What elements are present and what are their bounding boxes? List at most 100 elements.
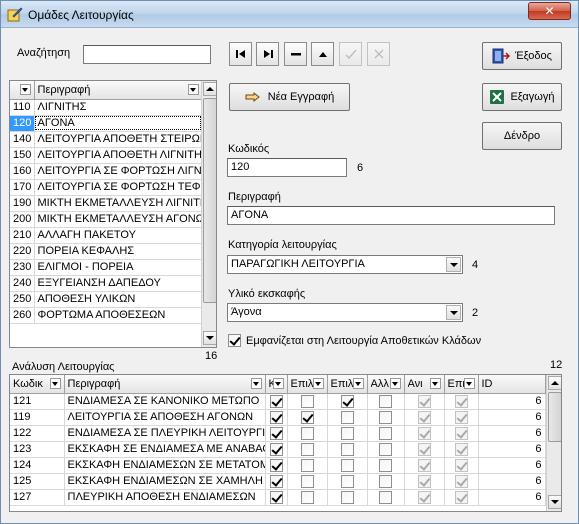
checkbox[interactable] (417, 410, 431, 424)
checkbox[interactable] (379, 442, 392, 456)
list-item[interactable]: 210 ΑΛΛΑΓΗ ΠΑΚΕΤΟΥ (10, 227, 203, 244)
filter-dropdown-icon[interactable] (429, 378, 441, 390)
checkbox[interactable] (379, 458, 392, 472)
checkbox[interactable] (417, 442, 431, 456)
cell-code[interactable]: 124 (10, 457, 65, 474)
visible-checkbox[interactable] (228, 334, 241, 347)
cell-flag[interactable] (444, 441, 479, 458)
checkbox[interactable] (454, 458, 468, 472)
checkbox[interactable] (454, 394, 468, 408)
table-row[interactable]: 125 ΕΚΣΚΑΦΗ ΕΝΔΙΑΜΕΣΩΝ ΣΕ ΧΑΜΗΛΗ Τ 6 (10, 473, 546, 490)
col-header-7[interactable]: Επι (444, 375, 479, 394)
filter-dropdown-icon[interactable] (389, 378, 401, 390)
checkbox[interactable] (340, 410, 354, 424)
list-item-description[interactable]: ΛΕΙΤΟΥΡΓΙΑ ΣΕ ΦΟΡΤΩΣΗ ΛΙΓΝ (34, 163, 203, 180)
scroll-down-arrow-icon[interactable] (203, 331, 216, 345)
checkbox[interactable] (340, 394, 354, 408)
cell-flag[interactable] (265, 457, 288, 474)
list-item[interactable]: 220 ΠΟΡΕΙΑ ΚΕΦΑΛΗΣ (10, 243, 203, 260)
cell-flag[interactable] (404, 441, 445, 458)
list-item-code[interactable]: 240 (10, 275, 35, 292)
checkbox[interactable] (417, 458, 431, 472)
cell-flag[interactable] (327, 473, 368, 490)
cell-flag[interactable] (265, 425, 288, 442)
list-item-description[interactable]: ΛΕΙΤΟΥΡΓΙΑ ΣΕ ΦΟΡΤΩΣΗ ΤΕΦ (34, 179, 203, 196)
nav-first-button[interactable] (229, 42, 252, 66)
checkbox[interactable] (269, 490, 283, 504)
checkbox[interactable] (269, 458, 283, 472)
list-item[interactable]: 140 ΛΕΙΤΟΥΡΓΙΑ ΑΠΟΘΕΤΗ ΣΤΕΙΡΩΝ (10, 131, 203, 148)
checkbox[interactable] (417, 474, 431, 488)
list-item-description[interactable]: ΠΟΡΕΙΑ ΚΕΦΑΛΗΣ (34, 243, 203, 260)
list-item-description[interactable]: ΦΟΡΤΩΜΑ ΑΠΟΘΕΣΕΩΝ (34, 307, 203, 324)
filter-dropdown-icon[interactable] (463, 378, 475, 390)
visible-checkbox-row[interactable]: Εμφανίζεται στη Λειτουργία Αποθετικών Κλ… (228, 334, 481, 347)
checkbox[interactable] (340, 474, 354, 488)
list-item[interactable]: 170 ΛΕΙΤΟΥΡΓΙΑ ΣΕ ΦΟΡΤΩΣΗ ΤΕΦ (10, 179, 203, 196)
list-item-description[interactable]: ΑΓΟΝΑ (34, 115, 203, 132)
analysis-scrollbar[interactable] (546, 375, 561, 511)
cell-id[interactable]: 6 (478, 393, 546, 410)
chevron-down-icon[interactable] (446, 257, 461, 272)
nav-cancel-button[interactable] (367, 42, 390, 66)
cell-flag[interactable] (287, 457, 328, 474)
list-item-code[interactable]: 170 (10, 179, 35, 196)
cell-flag[interactable] (327, 425, 368, 442)
scroll-thumb[interactable] (203, 98, 216, 303)
scroll-down-arrow-icon[interactable] (548, 495, 561, 509)
cell-id[interactable]: 6 (478, 489, 546, 506)
list-item-code[interactable]: 140 (10, 131, 35, 148)
cell-flag[interactable] (444, 489, 479, 506)
checkbox[interactable] (300, 394, 314, 408)
cell-flag[interactable] (367, 457, 405, 474)
cell-flag[interactable] (367, 489, 405, 506)
category-select[interactable]: ΠΑΡΑΓΩΓΙΚΗ ΛΕΙΤΟΥΡΓΙΑ (227, 255, 463, 274)
nav-up-button[interactable] (311, 42, 334, 66)
checkbox[interactable] (269, 394, 283, 408)
list-item[interactable]: 160 ΛΕΙΤΟΥΡΓΙΑ ΣΕ ΦΟΡΤΩΣΗ ΛΙΓΝ (10, 163, 203, 180)
checkbox[interactable] (417, 490, 431, 504)
table-row[interactable]: 124 ΕΚΣΚΑΦΗ ΕΝΔΙΑΜΕΣΩΝ ΣΕ ΜΕΤΑΤΟΜ 6 (10, 457, 546, 474)
checkbox[interactable] (269, 474, 283, 488)
checkbox[interactable] (269, 442, 283, 456)
checkbox[interactable] (417, 394, 431, 408)
table-row[interactable]: 123 ΕΚΣΚΑΦΗ ΣΕ ΕΝΔΙΑΜΕΣΑ ΜΕ ΑΝΑΒΑΘ 6 (10, 441, 546, 458)
material-select[interactable]: Άγονα (227, 303, 463, 322)
checkbox[interactable] (379, 394, 392, 408)
cell-description[interactable]: ΕΚΣΚΑΦΗ ΕΝΔΙΑΜΕΣΩΝ ΣΕ ΜΕΤΑΤΟΜ (64, 457, 266, 474)
scroll-thumb[interactable] (548, 392, 561, 442)
checkbox[interactable] (417, 426, 431, 440)
code-field[interactable]: 120 (227, 158, 347, 177)
list-item-code[interactable]: 220 (10, 243, 35, 260)
cell-description[interactable]: ΛΕΙΤΟΥΡΓΙΑ ΣΕ ΑΠΟΘΕΣΗ ΑΓΟΝΩΝ (64, 409, 266, 426)
checkbox[interactable] (340, 458, 354, 472)
list-item-description[interactable]: ΑΠΟΘΕΣΗ ΥΛΙΚΩΝ (34, 291, 203, 308)
scroll-up-arrow-icon[interactable] (548, 376, 561, 390)
cell-id[interactable]: 6 (478, 473, 546, 490)
table-row[interactable]: 121 ΕΝΔΙΑΜΕΣΑ ΣΕ ΚΑΝΟΝΙΚΟ ΜΕΤΩΠΟ 6 (10, 393, 546, 410)
cell-flag[interactable] (265, 441, 288, 458)
filter-dropdown-icon[interactable] (272, 378, 284, 390)
cell-flag[interactable] (327, 489, 368, 506)
checkbox[interactable] (340, 442, 354, 456)
list-item-code[interactable]: 150 (10, 147, 35, 164)
tree-button[interactable]: Δένδρο (482, 122, 562, 150)
list-item-description[interactable]: ΛΙΓΝΙΤΗΣ (34, 99, 203, 116)
cell-flag[interactable] (287, 441, 328, 458)
chevron-down-icon[interactable] (446, 305, 461, 320)
close-button[interactable]: ✕ (528, 2, 571, 20)
list-item[interactable]: 240 ΕΞΥΓΕΙΑΝΣΗ ΔΑΠΕΔΟΥ (10, 275, 203, 292)
cell-code[interactable]: 125 (10, 473, 65, 490)
col-header-desc[interactable]: Περιγραφή (34, 81, 203, 100)
checkbox[interactable] (300, 426, 314, 440)
scroll-up-arrow-icon[interactable] (203, 82, 216, 96)
col-header-3[interactable]: Επιλ (287, 375, 328, 394)
checkbox[interactable] (454, 442, 468, 456)
table-row[interactable]: 122 ΕΝΔΙΑΜΕΣΑ ΣΕ ΠΛΕΥΡΙΚΗ ΛΕΙΤΟΥΡΓΙΑ 6 (10, 425, 546, 442)
cell-flag[interactable] (287, 393, 328, 410)
list-item-description[interactable]: ΛΕΙΤΟΥΡΓΙΑ ΑΠΟΘΕΤΗ ΛΙΓΝΙΤΗ (34, 147, 203, 164)
filter-dropdown-icon[interactable] (187, 84, 199, 96)
nav-confirm-button[interactable] (339, 42, 362, 66)
filter-dropdown-icon[interactable] (250, 378, 262, 390)
list-item[interactable]: 230 ΕΛΙΓΜΟΙ - ΠΟΡΕΙΑ (10, 259, 203, 276)
